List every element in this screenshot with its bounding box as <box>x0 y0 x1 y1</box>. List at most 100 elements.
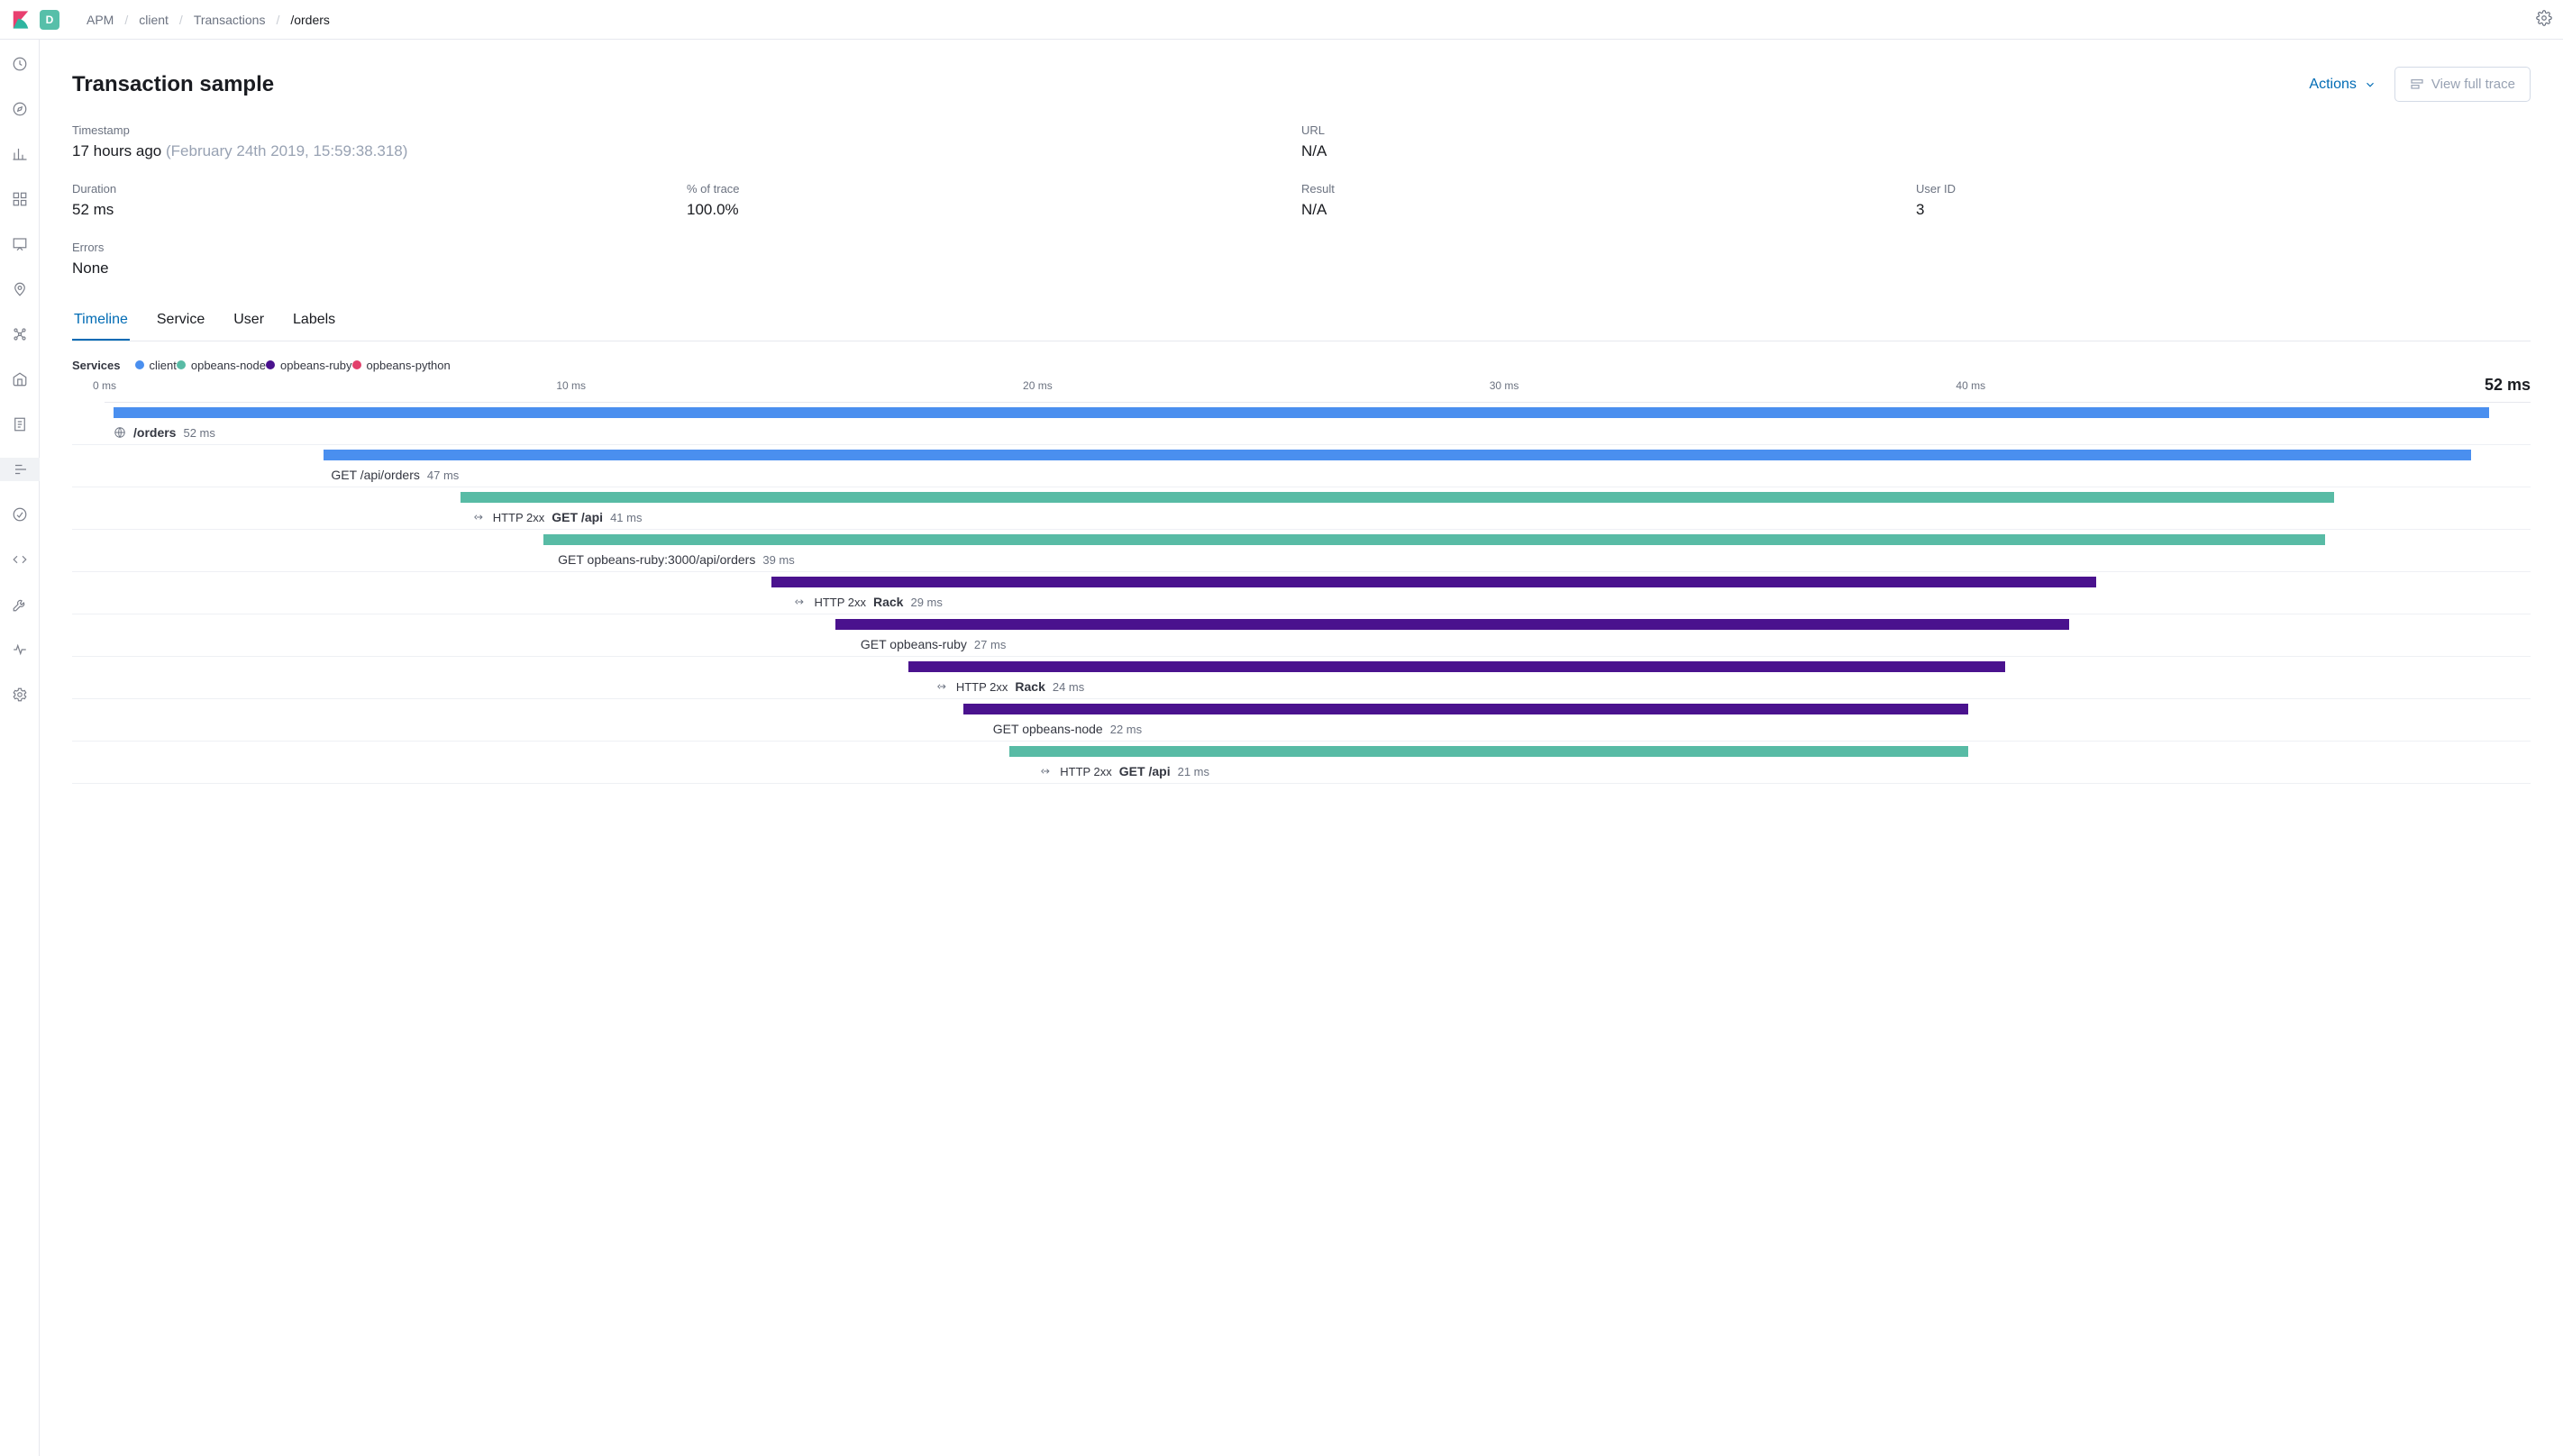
summary-pct-value: 100.0% <box>687 201 1301 219</box>
span-name: GET opbeans-node <box>993 722 1103 736</box>
breadcrumb-orders[interactable]: /orders <box>290 13 330 27</box>
http-status-badge: HTTP 2xx <box>814 596 866 609</box>
logs-icon <box>12 416 28 432</box>
map-pin-icon <box>12 281 28 297</box>
waterfall-row[interactable]: HTTP 2xx GET /api 41 ms <box>72 487 2531 530</box>
waterfall-bar-wrap <box>114 407 2489 420</box>
summary-duration-value: 52 ms <box>72 201 687 219</box>
waterfall-row[interactable]: GET opbeans-ruby:3000/api/orders39 ms <box>72 530 2531 572</box>
legend-item-opbeans-node[interactable]: opbeans-node <box>177 359 266 372</box>
topbar: D APM / client / Transactions / /orders <box>0 0 2563 40</box>
breadcrumb-client[interactable]: client <box>139 13 169 27</box>
span-name: GET opbeans-ruby <box>861 637 967 651</box>
legend-item-label: opbeans-ruby <box>280 359 352 372</box>
breadcrumb-apm[interactable]: APM <box>87 13 114 27</box>
legend-item-client[interactable]: client <box>135 359 177 372</box>
waterfall-bar-wrap <box>114 492 2489 505</box>
rail-infra[interactable] <box>0 368 40 391</box>
globe-icon <box>114 426 126 439</box>
rail-monitoring[interactable] <box>0 593 40 616</box>
rail-logs[interactable] <box>0 413 40 436</box>
summary-userid-label: User ID <box>1916 182 2531 196</box>
waterfall-label: HTTP 2xxGET /api21 ms <box>1040 764 2531 778</box>
summary-url: URL N/A <box>1301 123 2531 160</box>
waterfall-row[interactable]: HTTP 2xxGET /api21 ms <box>72 742 2531 784</box>
external-call-icon <box>936 680 949 693</box>
waterfall-row[interactable]: GET /api/orders47 ms <box>72 445 2531 487</box>
view-full-trace-label: View full trace <box>2431 77 2515 92</box>
rail-canvas[interactable] <box>0 232 40 256</box>
clock-icon <box>12 56 28 72</box>
waterfall-row[interactable]: /orders52 ms <box>72 403 2531 445</box>
tab-service[interactable]: Service <box>155 303 206 341</box>
waterfall-label: GET opbeans-ruby27 ms <box>861 637 2531 651</box>
waterfall-bar-wrap <box>114 661 2489 674</box>
waterfall-label: GET opbeans-node22 ms <box>993 722 2531 736</box>
waterfall-bar <box>771 577 2096 587</box>
summary-pct: % of trace 100.0% <box>687 182 1301 219</box>
summary-duration-label: Duration <box>72 182 687 196</box>
trace-icon <box>2410 77 2424 92</box>
span-name: GET /api <box>552 510 603 524</box>
siderail <box>0 40 40 1456</box>
rail-heartbeat[interactable] <box>0 638 40 661</box>
tab-timeline[interactable]: Timeline <box>72 303 130 341</box>
rail-management[interactable] <box>0 683 40 706</box>
heartbeat-icon <box>12 642 28 658</box>
summary-pct-label: % of trace <box>687 182 1301 196</box>
legend-item-label: opbeans-python <box>367 359 451 372</box>
legend-dot-icon <box>352 360 361 369</box>
services-legend-title: Services <box>72 359 121 372</box>
span-duration: 41 ms <box>610 511 642 524</box>
tabs: Timeline Service User Labels <box>72 303 2531 341</box>
span-name: GET opbeans-ruby:3000/api/orders <box>558 552 755 567</box>
rail-ml[interactable] <box>0 323 40 346</box>
waterfall-bar-wrap <box>114 577 2489 589</box>
external-call-icon <box>473 511 486 523</box>
waterfall-row[interactable]: GET opbeans-ruby27 ms <box>72 614 2531 657</box>
rail-uptime[interactable] <box>0 503 40 526</box>
page-header: Transaction sample Actions View full tra… <box>72 67 2531 102</box>
waterfall-label: HTTP 2xx GET /api 41 ms <box>473 510 2531 524</box>
summary-grid: Timestamp 17 hours ago (February 24th 20… <box>72 123 2531 278</box>
infra-icon <box>12 371 28 387</box>
actions-dropdown[interactable]: Actions <box>2309 77 2376 93</box>
breadcrumb-transactions[interactable]: Transactions <box>194 13 266 27</box>
legend-item-opbeans-python[interactable]: opbeans-python <box>352 359 451 372</box>
gear-icon <box>12 687 28 703</box>
view-full-trace-button[interactable]: View full trace <box>2394 67 2531 102</box>
waterfall-bar-wrap <box>114 619 2489 632</box>
summary-timestamp-rel: 17 hours ago <box>72 142 161 159</box>
span-name: Rack <box>873 595 903 609</box>
rail-visualize[interactable] <box>0 142 40 166</box>
http-status-badge: HTTP 2xx <box>493 511 545 524</box>
http-status-badge: HTTP 2xx <box>956 680 1008 694</box>
topbar-right <box>2536 10 2552 29</box>
waterfall-row[interactable]: GET opbeans-node22 ms <box>72 699 2531 742</box>
rail-devtools[interactable] <box>0 548 40 571</box>
summary-timestamp: Timestamp 17 hours ago (February 24th 20… <box>72 123 1301 160</box>
rail-discover[interactable] <box>0 97 40 121</box>
span-name: /orders <box>133 425 176 440</box>
compass-icon <box>12 101 28 117</box>
apm-icon <box>13 461 29 478</box>
rail-recent[interactable] <box>0 52 40 76</box>
waterfall-bar-wrap <box>114 746 2489 759</box>
dashboard-icon <box>12 191 28 207</box>
legend-dot-icon <box>266 360 275 369</box>
devtools-icon <box>12 551 28 568</box>
breadcrumb-sep: / <box>179 13 183 27</box>
legend-dot-icon <box>177 360 186 369</box>
rail-dashboard[interactable] <box>0 187 40 211</box>
rail-maps[interactable] <box>0 278 40 301</box>
waterfall-row[interactable]: HTTP 2xxRack29 ms <box>72 572 2531 614</box>
time-axis-tick: 0 ms <box>93 379 116 392</box>
waterfall-row[interactable]: HTTP 2xxRack24 ms <box>72 657 2531 699</box>
http-status-badge: HTTP 2xx <box>1060 765 1112 778</box>
legend-item-opbeans-ruby[interactable]: opbeans-ruby <box>266 359 352 372</box>
tab-labels[interactable]: Labels <box>291 303 337 341</box>
tab-user[interactable]: User <box>232 303 266 341</box>
settings-icon[interactable] <box>2536 10 2552 26</box>
space-badge[interactable]: D <box>40 10 59 30</box>
rail-apm[interactable] <box>0 458 40 481</box>
